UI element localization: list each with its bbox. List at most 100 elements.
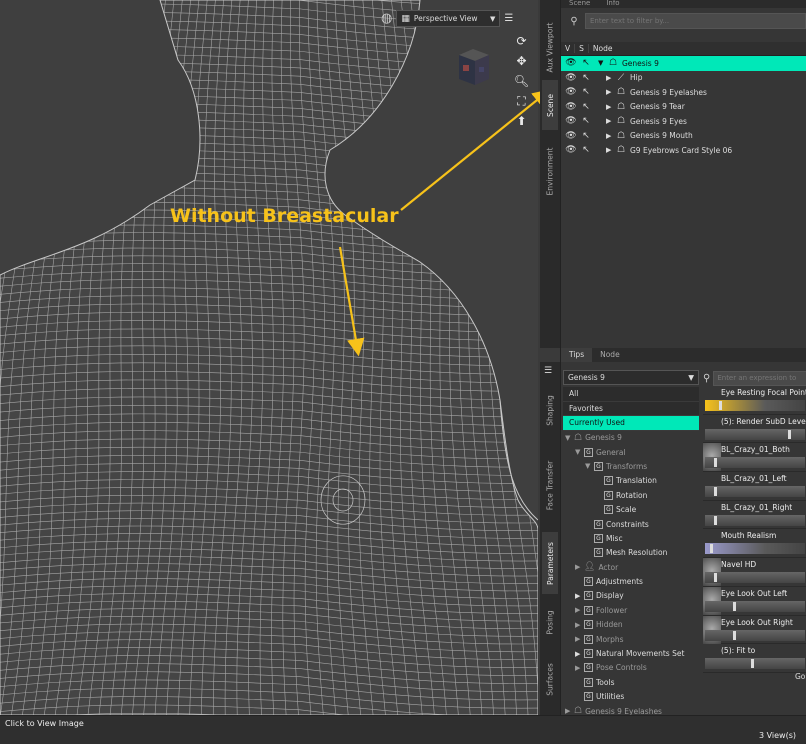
group-tree-item[interactable]: G Translation	[563, 474, 699, 488]
property-slider-row[interactable]: Navel HD	[703, 558, 806, 587]
chevron-right-icon[interactable]: ▶	[575, 606, 581, 614]
chevron-right-icon[interactable]: ▶	[575, 664, 581, 672]
property-slider-thumb[interactable]	[732, 601, 736, 611]
chevron-right-icon[interactable]: ▶	[575, 635, 581, 643]
property-slider-row[interactable]: (5): Render SubD Level	[703, 415, 806, 444]
tab-info-top[interactable]: Info	[598, 0, 627, 8]
group-tree-item[interactable]: ▶ G Hidden	[563, 618, 699, 632]
chevron-right-icon[interactable]: ▶	[575, 650, 581, 658]
property-slider-row[interactable]: (5): Fit to	[703, 644, 806, 673]
chevron-down-icon[interactable]: ▼	[575, 448, 581, 456]
property-slider-track[interactable]	[705, 486, 805, 498]
group-tree-item[interactable]: G Scale	[563, 502, 699, 516]
eye-icon[interactable]: 👁︎	[565, 102, 577, 112]
eye-icon[interactable]: 👁︎	[565, 145, 577, 155]
chevron-down-icon[interactable]: ▼	[585, 462, 591, 470]
chevron-right-icon[interactable]: ▶	[575, 621, 581, 629]
menu-all[interactable]: All	[563, 387, 699, 402]
group-tree-item[interactable]: G Mesh Resolution	[563, 546, 699, 560]
group-tree-item[interactable]: ▶ G Follower	[563, 603, 699, 617]
3d-viewport[interactable]: ◍ ▦ Perspective View ▼ ☰ ⟳ ✥ 🔍︎ ⛶ ⬆ With…	[0, 0, 538, 715]
tab-node[interactable]: Node	[592, 348, 628, 362]
panel-menu-icon[interactable]: ☰	[544, 366, 552, 376]
property-slider-row[interactable]: Eye Resting Focal Point	[703, 386, 806, 415]
eye-icon[interactable]: 👁︎	[565, 116, 577, 126]
tab-scene-top[interactable]: Scene	[561, 0, 598, 8]
chevron-right-icon[interactable]: ▶	[606, 117, 612, 125]
property-slider-row[interactable]: Eye Look Out Left	[703, 586, 806, 616]
pointer-icon[interactable]: ↖	[580, 116, 592, 126]
property-slider-thumb[interactable]	[714, 515, 718, 525]
property-slider-row[interactable]: Mouth Realism	[703, 529, 806, 559]
group-tree-item[interactable]: ▶ G Natural Movements Set	[563, 646, 699, 660]
tab-aux-viewport[interactable]: Aux Viewport	[542, 14, 558, 80]
chevron-down-icon[interactable]: ▼	[598, 59, 604, 67]
pointer-icon[interactable]: ↖	[580, 131, 592, 141]
tab-parameters[interactable]: Parameters	[542, 532, 558, 594]
property-slider-thumb[interactable]	[787, 429, 791, 439]
tab-tips[interactable]: Tips	[561, 348, 593, 362]
group-tree-item[interactable]: G Utilities	[563, 690, 699, 704]
property-slider-thumb[interactable]	[751, 659, 754, 669]
go-button[interactable]: Go	[795, 672, 805, 681]
viewport-menu-icon[interactable]: ☰	[504, 13, 513, 24]
eye-icon[interactable]: 👁︎	[565, 87, 577, 97]
scene-node-row[interactable]: 👁︎ ↖ ▼ ☖ Genesis 9	[561, 56, 806, 71]
group-tree-item[interactable]: G Misc	[563, 531, 699, 545]
property-slider-thumb[interactable]	[714, 573, 718, 583]
tab-face-transfer[interactable]: Face Transfer	[542, 442, 558, 528]
group-tree-item[interactable]: G Tools	[563, 675, 699, 689]
chevron-right-icon[interactable]: ▶	[606, 103, 612, 111]
figure-select[interactable]: Genesis 9 ▼	[563, 370, 699, 385]
scene-node-row[interactable]: 👁︎ ↖ ▶ ⟋ Hip	[561, 71, 806, 86]
scene-node-row[interactable]: 👁︎ ↖ ▶ ☖ Genesis 9 Eyes	[561, 114, 806, 129]
chevron-right-icon[interactable]: ▶	[606, 146, 612, 154]
chevron-right-icon[interactable]: ▶	[565, 707, 571, 715]
tab-scene[interactable]: Scene	[542, 80, 558, 130]
globe-icon[interactable]: ◍	[381, 11, 392, 26]
property-slider-track[interactable]	[705, 658, 805, 670]
eye-icon[interactable]: 👁︎	[565, 58, 577, 68]
property-slider-track[interactable]	[705, 629, 805, 641]
tab-shaping[interactable]: Shaping	[542, 384, 558, 436]
group-tree-item[interactable]: ▼ G General	[563, 445, 699, 459]
scene-filter-input[interactable]	[585, 13, 806, 29]
property-slider-row[interactable]: BL_Crazy_01_Both	[703, 443, 806, 473]
eye-icon[interactable]: 👁︎	[565, 131, 577, 141]
eye-icon[interactable]: 👁︎	[565, 73, 577, 83]
tab-environment[interactable]: Environment	[542, 138, 558, 204]
property-slider-thumb[interactable]	[714, 458, 718, 468]
scene-node-row[interactable]: 👁︎ ↖ ▶ ☖ G9 Eyebrows Card Style 06	[561, 143, 806, 158]
chevron-right-icon[interactable]: ▶	[575, 563, 581, 571]
chevron-right-icon[interactable]: ▶	[606, 74, 612, 82]
group-tree-item[interactable]: ▼ ☖ Genesis 9	[563, 431, 699, 445]
group-tree-item[interactable]: G Constraints	[563, 517, 699, 531]
property-slider-track[interactable]	[705, 600, 805, 612]
property-slider-thumb[interactable]	[714, 487, 718, 497]
header-visible[interactable]: V	[561, 44, 576, 53]
pointer-icon[interactable]: ↖	[580, 58, 592, 68]
group-tree-item[interactable]: G Rotation	[563, 488, 699, 502]
view-cube[interactable]	[453, 45, 493, 89]
pointer-icon[interactable]: ↖	[580, 87, 592, 97]
group-tree-item[interactable]: G Adjustments	[563, 574, 699, 588]
property-slider-track[interactable]	[705, 572, 805, 584]
scene-node-row[interactable]: 👁︎ ↖ ▶ ☖ Genesis 9 Mouth	[561, 129, 806, 144]
tab-posing[interactable]: Posing	[542, 598, 558, 646]
camera-select[interactable]: ▦ Perspective View ▼	[396, 10, 501, 27]
property-slider-row[interactable]: BL_Crazy_01_Right	[703, 501, 806, 530]
property-slider-thumb[interactable]	[709, 544, 713, 554]
property-search-input[interactable]	[713, 370, 806, 386]
group-tree-item[interactable]: ▶ G Pose Controls	[563, 661, 699, 675]
property-slider-thumb[interactable]	[718, 401, 722, 410]
pointer-icon[interactable]: ↖	[580, 145, 592, 155]
scene-node-row[interactable]: 👁︎ ↖ ▶ ☖ Genesis 9 Tear	[561, 100, 806, 115]
pan-icon[interactable]: ✥	[513, 53, 530, 69]
click-to-view-link[interactable]: Click to View Image	[5, 719, 84, 728]
menu-favorites[interactable]: Favorites	[563, 401, 699, 416]
zoom-icon[interactable]: 🔍︎	[513, 73, 530, 89]
chevron-right-icon[interactable]: ▶	[606, 132, 612, 140]
property-slider-row[interactable]: Eye Look Out Right	[703, 615, 806, 645]
pointer-icon[interactable]: ↖	[580, 102, 592, 112]
chevron-right-icon[interactable]: ▶	[606, 88, 612, 96]
